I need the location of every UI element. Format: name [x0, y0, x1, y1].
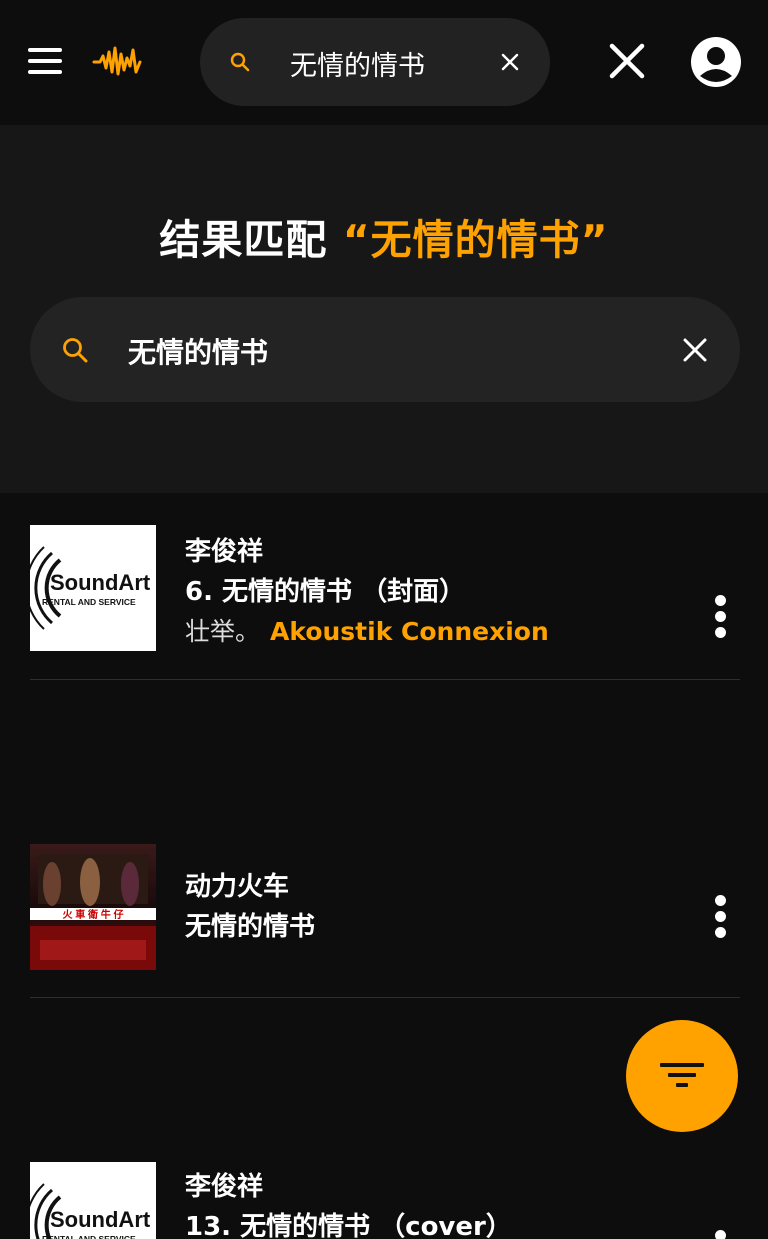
artist-name[interactable]: 动力火车 [185, 866, 289, 903]
artist-name[interactable]: 李俊祥 [185, 531, 263, 568]
user-account-icon[interactable] [690, 36, 742, 88]
more-options-icon[interactable] [710, 595, 730, 639]
track-title[interactable]: 13. 无情的情书 （cover） [185, 1206, 512, 1239]
result-item[interactable]: SoundArt RENTAL AND SERVICE 李俊祥 6. 无情的情书… [30, 525, 740, 655]
results-title-query: “无情的情书” [342, 216, 609, 264]
soundart-logo: SoundArt RENTAL AND SERVICE [30, 1162, 156, 1239]
search-icon [63, 338, 88, 363]
live-concert-photo: 火 車 衛 牛 仔 [30, 844, 156, 970]
divider [30, 679, 740, 680]
close-icon[interactable] [606, 40, 648, 82]
result-item[interactable]: SoundArt RENTAL AND SERVICE 李俊祥 13. 无情的情… [30, 1162, 740, 1239]
artist-name[interactable]: 李俊祥 [185, 1166, 263, 1203]
main-search-box[interactable]: 无情的情书 [30, 297, 740, 402]
svg-text:火 車 衛 牛 仔: 火 車 衛 牛 仔 [62, 908, 123, 921]
result-item[interactable]: 火 車 衛 牛 仔 动力火车 无情的情书 [30, 844, 740, 970]
clear-search-icon[interactable] [499, 51, 521, 73]
album-cover-soundart[interactable]: SoundArt RENTAL AND SERVICE [30, 525, 156, 651]
meta-prefix: 壮举。 [185, 617, 261, 646]
header-search-input[interactable]: 无情的情书 [290, 44, 425, 83]
soundart-name: SoundArt [50, 570, 151, 595]
album-cover-live[interactable]: 火 車 衛 牛 仔 [30, 844, 156, 970]
soundart-name: SoundArt [50, 1207, 151, 1232]
results-title-prefix: 结果匹配 [159, 216, 343, 264]
filter-button[interactable] [626, 1020, 738, 1132]
search-icon [230, 52, 250, 72]
audiomack-logo[interactable] [92, 42, 142, 82]
divider [30, 997, 740, 998]
album-link[interactable]: Akoustik Connexion [270, 617, 549, 646]
header-search-box[interactable]: 无情的情书 [200, 18, 550, 106]
album-cover-soundart[interactable]: SoundArt RENTAL AND SERVICE [30, 1162, 156, 1239]
results-title: 结果匹配 “无情的情书” [0, 206, 768, 266]
clear-search-icon[interactable] [682, 337, 708, 363]
track-title[interactable]: 6. 无情的情书 （封面） [185, 571, 465, 608]
hamburger-menu-icon[interactable] [28, 48, 62, 76]
top-bar: 无情的情书 [0, 0, 768, 125]
soundart-sub: RENTAL AND SERVICE [42, 1234, 136, 1239]
main-search-input[interactable]: 无情的情书 [128, 331, 268, 371]
track-title[interactable]: 无情的情书 [185, 906, 315, 943]
track-meta: 壮举。 Akoustik Connexion [185, 612, 549, 648]
more-options-icon[interactable] [710, 895, 730, 939]
soundart-logo: SoundArt RENTAL AND SERVICE [30, 525, 156, 651]
more-options-icon[interactable] [710, 1230, 730, 1239]
soundart-sub: RENTAL AND SERVICE [42, 597, 136, 607]
